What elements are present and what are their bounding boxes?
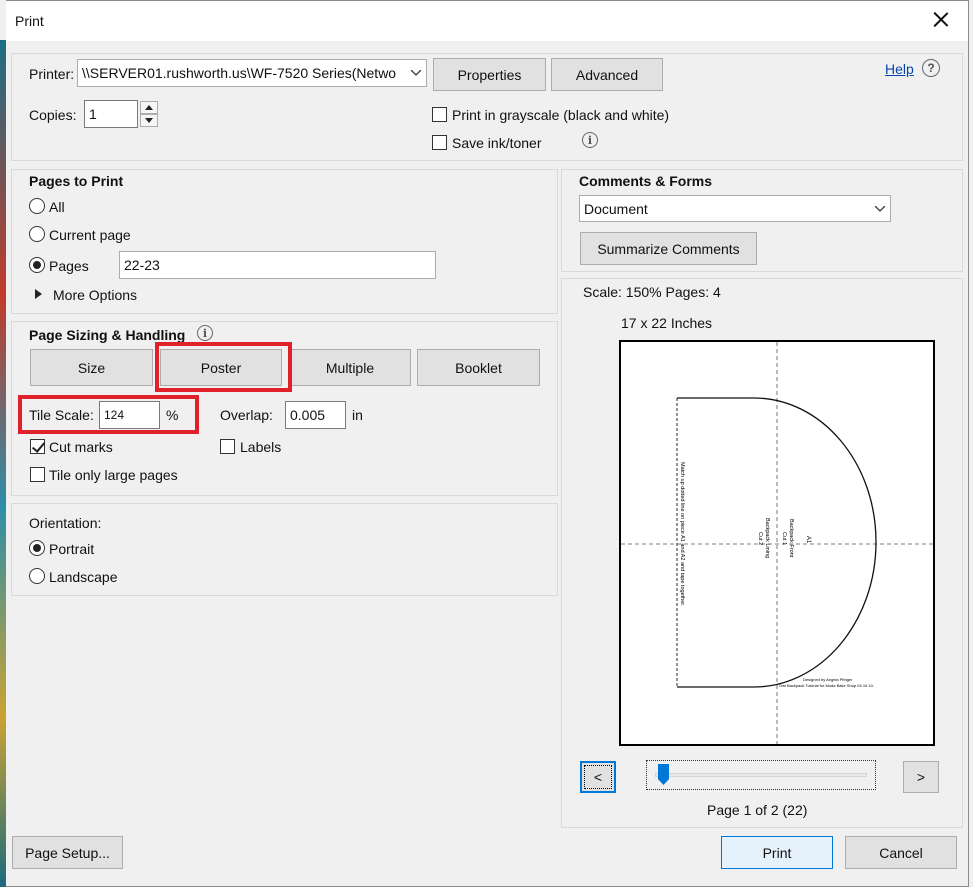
overlap-label: Overlap:: [220, 407, 273, 423]
overlap-input[interactable]: 0.005: [285, 401, 346, 429]
all-label[interactable]: All: [49, 199, 65, 215]
pattern-preview-graphic: Match up dotted line on piece A1 and A2 …: [621, 342, 933, 744]
page-sizing-heading: Page Sizing & Handling: [29, 327, 186, 343]
page-slider[interactable]: [646, 760, 876, 790]
pattern-credit-2: Owl Backpack Tutorial for Moda Bake Shop…: [779, 683, 874, 688]
print-dialog: Print Printer: \\SERVER01.rushworth.us\W…: [6, 0, 969, 887]
cancel-button[interactable]: Cancel: [845, 836, 957, 869]
portrait-radio[interactable]: [29, 540, 45, 556]
more-options-label[interactable]: More Options: [53, 287, 137, 303]
pattern-text-front: Backpack Front: [788, 519, 794, 558]
cut-marks-label[interactable]: Cut marks: [49, 439, 113, 455]
tile-only-label[interactable]: Tile only large pages: [49, 467, 178, 483]
tile-scale-highlight: [18, 395, 199, 434]
labels-label[interactable]: Labels: [240, 439, 281, 455]
poster-highlight: [155, 342, 292, 392]
pages-radio[interactable]: [29, 257, 45, 273]
summarize-comments-button[interactable]: Summarize Comments: [580, 232, 757, 265]
properties-button[interactable]: Properties: [433, 58, 546, 91]
copies-input[interactable]: 1: [84, 100, 138, 128]
copies-label: Copies:: [29, 107, 77, 123]
tab-multiple[interactable]: Multiple: [289, 349, 411, 386]
page-setup-button[interactable]: Page Setup...: [12, 836, 123, 869]
next-page-button[interactable]: >: [903, 761, 939, 793]
overlap-unit: in: [352, 407, 363, 423]
pages-label[interactable]: Pages: [49, 258, 89, 274]
comments-forms-value: Document: [584, 200, 648, 217]
dialog-title: Print: [15, 13, 44, 29]
pattern-text-cut1: Cut 1: [781, 532, 787, 545]
page-indicator: Page 1 of 2 (22): [707, 802, 808, 818]
printer-label: Printer:: [29, 66, 75, 82]
help-link[interactable]: Help: [885, 61, 914, 77]
slider-track: [655, 773, 867, 777]
pattern-text-left: Match up dotted line on piece A1 and A2 …: [679, 462, 685, 607]
chevron-up-icon: [145, 105, 153, 110]
printer-select[interactable]: \\SERVER01.rushworth.us\WF-7520 Series(N…: [77, 59, 427, 87]
chevron-down-icon: [406, 60, 426, 86]
printer-value: \\SERVER01.rushworth.us\WF-7520 Series(N…: [82, 65, 397, 81]
orientation-heading: Orientation:: [29, 515, 102, 531]
comments-forms-heading: Comments & Forms: [579, 173, 713, 189]
landscape-label[interactable]: Landscape: [49, 569, 118, 585]
landscape-radio[interactable]: [29, 568, 45, 584]
tile-only-checkbox[interactable]: [30, 467, 45, 482]
chevron-down-icon: [870, 196, 890, 221]
help-icon[interactable]: ?: [922, 59, 940, 77]
current-page-label[interactable]: Current page: [49, 227, 131, 243]
pattern-credit-1: Designed by Angela Pfeiger: [803, 677, 853, 682]
tab-booklet[interactable]: Booklet: [417, 349, 540, 386]
comments-forms-select[interactable]: Document: [579, 195, 891, 222]
pages-to-print-heading: Pages to Print: [29, 173, 124, 189]
preview-scale-text: Scale: 150% Pages: 4: [583, 284, 721, 300]
preview-size-text: 17 x 22 Inches: [621, 315, 713, 331]
portrait-label[interactable]: Portrait: [49, 541, 94, 557]
grayscale-checkbox[interactable]: [432, 107, 447, 122]
current-page-radio[interactable]: [29, 226, 45, 242]
copies-down-button[interactable]: [140, 114, 158, 127]
save-ink-checkbox[interactable]: [432, 135, 447, 150]
info-icon[interactable]: i: [582, 132, 598, 148]
print-button[interactable]: Print: [721, 836, 833, 869]
pattern-text-lining: Backpack Lining: [764, 518, 770, 558]
tab-size[interactable]: Size: [30, 349, 153, 386]
pages-range-input[interactable]: 22-23: [119, 251, 436, 279]
chevron-down-icon: [145, 118, 153, 123]
info-icon[interactable]: i: [197, 325, 213, 341]
slider-thumb[interactable]: [658, 764, 669, 785]
pattern-text-cut2: Cut 2: [757, 532, 763, 545]
advanced-button[interactable]: Advanced: [551, 58, 663, 91]
title-bar: Print: [6, 1, 968, 41]
grayscale-label[interactable]: Print in grayscale (black and white): [452, 107, 669, 123]
prev-page-button[interactable]: <: [580, 761, 616, 793]
close-icon[interactable]: [930, 9, 952, 31]
caret-right-icon[interactable]: [35, 289, 42, 299]
all-radio[interactable]: [29, 198, 45, 214]
cut-marks-checkbox[interactable]: [30, 439, 45, 454]
copies-up-button[interactable]: [140, 101, 158, 114]
labels-checkbox[interactable]: [220, 439, 235, 454]
preview-page: Match up dotted line on piece A1 and A2 …: [619, 340, 935, 746]
save-ink-label[interactable]: Save ink/toner: [452, 135, 542, 151]
pattern-text-a1: A1: [805, 536, 811, 544]
